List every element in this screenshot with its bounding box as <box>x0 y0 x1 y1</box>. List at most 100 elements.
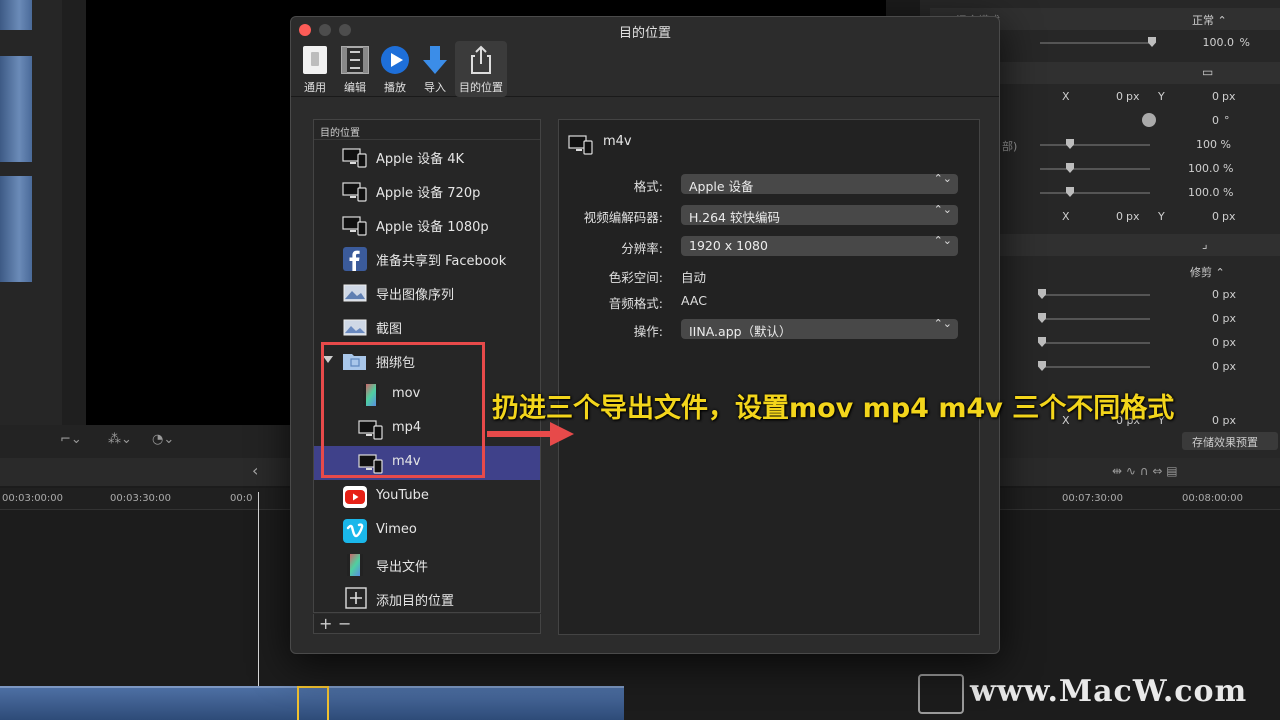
tab-destinations[interactable]: 目的位置 <box>455 41 507 97</box>
speed-gauge-icon[interactable]: ◔⌄ <box>152 432 174 447</box>
tab-import-label: 导入 <box>424 81 446 94</box>
scale-y-knob[interactable] <box>1066 187 1074 197</box>
watermark-logo-icon <box>918 674 964 714</box>
list-item[interactable]: 导出文件 <box>314 548 540 582</box>
audio-meter-icon[interactable]: ⇹ ∿ ∩ ⇔ ▤ <box>1112 464 1178 478</box>
anchor-y-unit: px <box>1222 210 1236 223</box>
ruler-timecode: 00:08:00:00 <box>1182 493 1244 504</box>
audio-waveform <box>0 0 32 30</box>
scale-all-row: 部) 100 % <box>1000 134 1280 156</box>
tab-general[interactable]: 通用 <box>295 41 335 97</box>
watermark-text: www.MacW.com <box>970 674 1248 709</box>
anchor-x-value[interactable]: 0 <box>1116 210 1123 223</box>
opacity-slider-knob[interactable] <box>1148 37 1156 47</box>
list-item[interactable]: 准备共享到 Facebook <box>314 242 540 276</box>
general-icon <box>303 46 327 74</box>
list-item[interactable]: 导出图像序列 <box>314 276 540 310</box>
youtube-icon <box>343 486 367 508</box>
add-box-icon <box>345 587 367 609</box>
destination-detail-panel: m4v 格式: Apple 设备 ⌃⌄ 视频编解码器: H.264 较快编码 ⌃… <box>558 119 980 635</box>
list-item[interactable]: 添加目的位置 <box>314 582 540 616</box>
list-item-label: Apple 设备 720p <box>376 186 481 201</box>
scale-y-value[interactable]: 100.0 % <box>1188 186 1233 199</box>
annotation-arrowhead-icon <box>550 422 574 446</box>
resolution-label: 分辨率: <box>621 241 663 256</box>
crop-bottom-value[interactable]: 0 px <box>1212 360 1236 373</box>
popup-arrows-icon: ⌃⌄ <box>933 203 952 216</box>
anchor-y-value[interactable]: 0 <box>1212 210 1219 223</box>
scale-all-value[interactable]: 100 % <box>1196 138 1231 151</box>
save-effects-preset-button[interactable]: 存储效果预置 <box>1182 432 1278 450</box>
list-item[interactable]: 截图 <box>314 310 540 344</box>
preferences-toolbar: 通用 编辑 播放 导入 目的位置 <box>291 41 999 97</box>
list-item-label: 添加目的位置 <box>376 594 455 609</box>
screen: ⌐⌄ ⁂⌄ ◔⌄ 混合模式 正常 ⌃ 100.0 % ▭ X 0 px Y 0 … <box>0 0 1280 720</box>
anchor-x-label: X <box>1062 210 1070 223</box>
list-item[interactable]: Apple 设备 4K <box>314 140 540 174</box>
annotation-caption: 扔进三个导出文件，设置mov mp4 m4v 三个不同格式 <box>492 393 1175 424</box>
crop-bottom-row: 0 px <box>1000 356 1280 378</box>
tab-editing[interactable]: 编辑 <box>335 41 375 97</box>
format-value: Apple 设备 <box>689 179 754 194</box>
annotation-arrow-icon <box>487 431 553 437</box>
tab-playback-label: 播放 <box>384 81 406 94</box>
position-y-value[interactable]: 0 <box>1212 90 1219 103</box>
timeline-back-icon[interactable]: ‹ <box>252 461 258 480</box>
scale-x-knob[interactable] <box>1066 163 1074 173</box>
format-popup[interactable]: Apple 设备 ⌃⌄ <box>681 173 958 194</box>
tab-import[interactable]: 导入 <box>415 41 455 97</box>
position-x-label: X <box>1062 90 1070 103</box>
blend-mode-popup[interactable]: 正常 ⌃ <box>1192 12 1227 28</box>
crop-type-row: 修剪 ⌃ <box>1000 260 1280 282</box>
transform-onscreen-icon[interactable]: ▭ <box>1202 65 1213 79</box>
share-icon <box>471 45 491 74</box>
crop-onscreen-icon[interactable]: ⌟ <box>1202 237 1208 251</box>
resolution-popup[interactable]: 1920 x 1080 ⌃⌄ <box>681 235 958 256</box>
list-item-label: 截图 <box>376 322 403 337</box>
crop-right-knob[interactable] <box>1038 313 1046 323</box>
watermark: www.MacW.com <box>912 668 1280 720</box>
color-space-label: 色彩空间: <box>608 270 663 285</box>
list-item[interactable]: YouTube <box>314 480 540 514</box>
codec-popup[interactable]: H.264 较快编码 ⌃⌄ <box>681 203 958 225</box>
enhance-wand-icon[interactable]: ⁂⌄ <box>108 432 132 447</box>
crop-top-knob[interactable] <box>1038 337 1046 347</box>
rotation-value[interactable]: 0 <box>1212 114 1219 127</box>
annotation-highlight-box <box>321 342 485 478</box>
tab-playback[interactable]: 播放 <box>375 41 415 97</box>
facebook-icon <box>343 247 367 271</box>
clip-selection-marker <box>297 686 329 720</box>
ruler-timecode: 00:03:00:00 <box>2 493 64 504</box>
distort-y-value[interactable]: 0 px <box>1212 414 1236 427</box>
crop-right-value[interactable]: 0 px <box>1212 312 1236 325</box>
list-item-label: Apple 设备 1080p <box>376 220 489 235</box>
codec-value: H.264 较快编码 <box>689 210 780 225</box>
remove-destination-button[interactable]: − <box>338 614 351 633</box>
list-item[interactable]: Apple 设备 720p <box>314 174 540 208</box>
apple-devices-icon <box>342 148 367 168</box>
opacity-row: 100.0 % <box>1000 32 1280 54</box>
add-destination-button[interactable]: + <box>319 614 332 633</box>
crop-bottom-knob[interactable] <box>1038 361 1046 371</box>
action-popup[interactable]: IINA.app（默认） ⌃⌄ <box>681 318 958 339</box>
transform-icon[interactable]: ⌐⌄ <box>60 432 82 447</box>
position-x-value[interactable]: 0 <box>1116 90 1123 103</box>
anchor-y-label: Y <box>1158 210 1165 223</box>
list-item[interactable]: Vimeo <box>314 514 540 548</box>
tab-general-label: 通用 <box>304 81 326 94</box>
list-item-label: 准备共享到 Facebook <box>376 254 507 269</box>
crop-right-row: 0 px <box>1000 308 1280 330</box>
crop-type-popup[interactable]: 修剪 ⌃ <box>1190 264 1225 280</box>
viewer-margin <box>62 0 86 425</box>
scale-label: 部) <box>1002 140 1018 153</box>
list-item[interactable]: Apple 设备 1080p <box>314 208 540 242</box>
scale-slider-knob[interactable] <box>1066 139 1074 149</box>
opacity-value[interactable]: 100.0 <box>1203 36 1235 49</box>
crop-left-value[interactable]: 0 px <box>1212 288 1236 301</box>
scale-x-value[interactable]: 100.0 % <box>1188 162 1233 175</box>
audio-waveform <box>0 56 32 162</box>
crop-top-value[interactable]: 0 px <box>1212 336 1236 349</box>
rotation-dial-icon[interactable] <box>1142 113 1156 127</box>
crop-left-knob[interactable] <box>1038 289 1046 299</box>
destination-name[interactable]: m4v <box>603 134 632 149</box>
